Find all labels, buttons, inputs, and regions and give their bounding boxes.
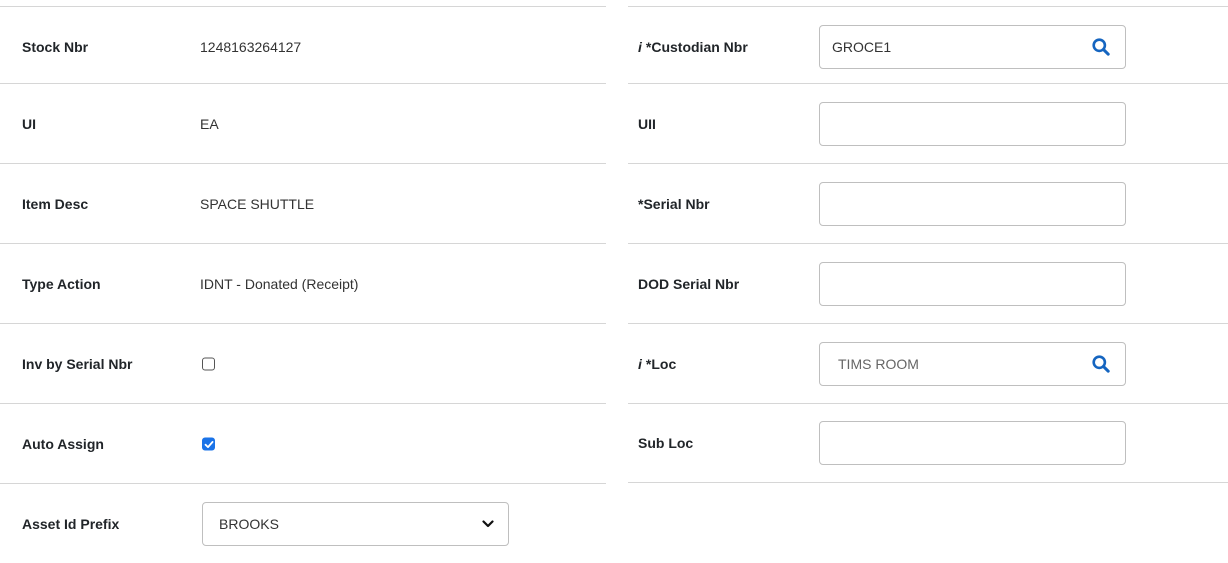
asset-id-prefix-select[interactable]: BROOKS: [202, 501, 509, 546]
asset-id-prefix-label: Asset Id Prefix: [22, 515, 120, 532]
item-desc-label: Item Desc: [22, 195, 89, 212]
asset-id-prefix-row: Asset Id Prefix BROOKS: [0, 483, 606, 563]
inv-by-serial-label: Inv by Serial Nbr: [22, 355, 133, 372]
sub-loc-row: Sub Loc: [628, 403, 1228, 483]
search-icon[interactable]: [1091, 354, 1111, 374]
right-form-column: i *Custodian Nbr GROCE1 UII *Serial Nbr D…: [628, 0, 1228, 483]
ui-row: UI EA: [0, 83, 606, 163]
dod-serial-nbr-label: DOD Serial Nbr: [638, 275, 740, 292]
type-action-label: Type Action: [22, 275, 101, 292]
info-icon[interactable]: i: [638, 39, 642, 55]
serial-nbr-input[interactable]: [819, 181, 1126, 226]
uii-row: UII: [628, 83, 1228, 163]
dod-serial-nbr-input[interactable]: [819, 261, 1126, 306]
loc-input[interactable]: TIMS ROOM: [819, 341, 1126, 386]
inv-by-serial-row: Inv by Serial Nbr: [0, 323, 606, 403]
search-icon[interactable]: [1091, 37, 1111, 57]
uii-input[interactable]: [819, 101, 1126, 146]
stock-nbr-row: Stock Nbr 1248163264127: [0, 6, 606, 86]
checkmark-icon: [204, 440, 214, 448]
auto-assign-label: Auto Assign: [22, 435, 104, 452]
custodian-nbr-value: GROCE1: [832, 38, 892, 55]
stock-nbr-value: 1248163264127: [200, 38, 302, 55]
auto-assign-row: Auto Assign: [0, 403, 606, 483]
uii-label: UII: [638, 115, 656, 132]
item-desc-value: SPACE SHUTTLE: [200, 195, 315, 212]
stock-nbr-label: Stock Nbr: [22, 38, 89, 55]
left-form-column: Stock Nbr 1248163264127 UI EA Item Desc …: [0, 0, 606, 563]
dod-serial-nbr-row: DOD Serial Nbr: [628, 243, 1228, 323]
inv-by-serial-checkbox[interactable]: [202, 357, 215, 370]
custodian-nbr-input[interactable]: GROCE1: [819, 24, 1126, 69]
serial-nbr-label: *Serial Nbr: [638, 195, 710, 212]
sub-loc-label: Sub Loc: [638, 435, 694, 451]
custodian-nbr-label: i *Custodian Nbr: [638, 38, 748, 55]
chevron-down-icon: [482, 519, 494, 527]
asset-id-prefix-selected: BROOKS: [219, 515, 279, 532]
loc-placeholder: TIMS ROOM: [838, 355, 919, 372]
custodian-nbr-row: i *Custodian Nbr GROCE1: [628, 6, 1228, 86]
serial-nbr-row: *Serial Nbr: [628, 163, 1228, 243]
loc-label: i *Loc: [638, 355, 677, 372]
ui-value: EA: [200, 115, 219, 132]
ui-label: UI: [22, 115, 36, 132]
info-icon[interactable]: i: [638, 356, 642, 372]
type-action-value: IDNT - Donated (Receipt): [200, 275, 359, 292]
item-desc-row: Item Desc SPACE SHUTTLE: [0, 163, 606, 243]
loc-row: i *Loc TIMS ROOM: [628, 323, 1228, 403]
sub-loc-input[interactable]: [819, 421, 1126, 465]
type-action-row: Type Action IDNT - Donated (Receipt): [0, 243, 606, 323]
auto-assign-checkbox[interactable]: [202, 437, 215, 450]
